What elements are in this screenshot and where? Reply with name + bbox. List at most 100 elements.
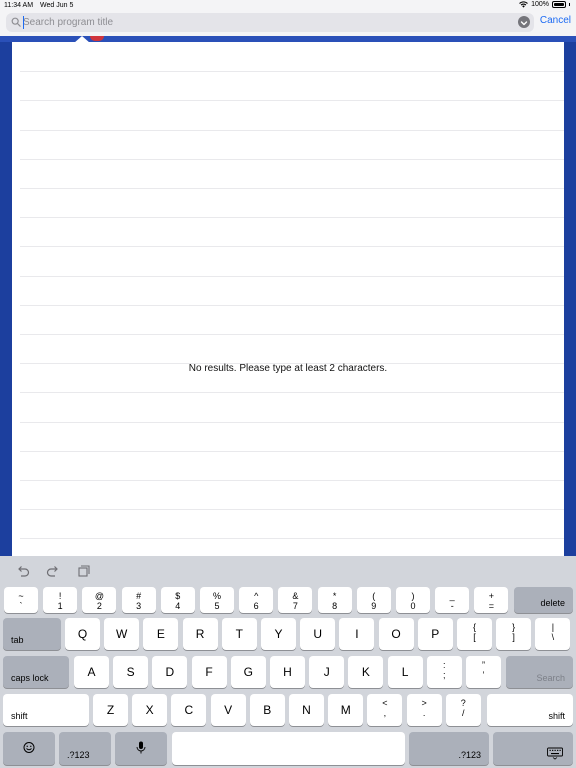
key-symbol: 3 — [136, 601, 142, 611]
key-3[interactable]: @2 — [82, 587, 117, 613]
key-label: A — [87, 665, 96, 679]
key-5[interactable]: $4 — [160, 587, 195, 613]
key-symbol: - — [450, 601, 454, 611]
key-label: S — [126, 665, 135, 679]
key-shift-symbol: ) — [411, 591, 415, 601]
key-label: Q — [77, 627, 88, 641]
key-x[interactable]: X — [132, 694, 168, 726]
key-bracket-1[interactable]: }] — [496, 618, 532, 650]
key-symbol: ] — [512, 632, 515, 642]
status-date: Wed Jun 5 — [40, 2, 74, 9]
key-r[interactable]: R — [182, 618, 218, 650]
space-bar[interactable] — [172, 732, 405, 765]
key-e[interactable]: E — [143, 618, 179, 650]
battery-tip — [569, 3, 570, 6]
tab-key[interactable]: tab — [3, 618, 61, 650]
key-13[interactable]: + = — [474, 587, 509, 613]
key-9[interactable]: * 8 — [317, 587, 352, 613]
key-shift-symbol: ! — [58, 591, 62, 601]
results-popover: No results. Please type at least 2 chara… — [12, 42, 564, 556]
key-label: T — [235, 627, 243, 641]
key-t[interactable]: T — [221, 618, 257, 650]
key-j[interactable]: J — [309, 656, 345, 688]
key-m[interactable]: M — [328, 694, 364, 726]
key-u[interactable]: U — [300, 618, 336, 650]
key-d[interactable]: D — [152, 656, 188, 688]
key-b[interactable]: B — [249, 694, 285, 726]
key-bracket-2[interactable]: | \ — [535, 618, 571, 650]
key-shift-symbol: ” — [482, 660, 485, 670]
key-q[interactable]: Q — [65, 618, 100, 650]
key-o[interactable]: O — [378, 618, 414, 650]
key-f[interactable]: F — [191, 656, 227, 688]
numbers-key-left[interactable]: .?123 — [59, 732, 111, 765]
key-k[interactable]: K — [348, 656, 384, 688]
key-shift-symbol: % — [212, 591, 221, 601]
key-punct-b1[interactable]: >. — [406, 694, 442, 726]
search-icon — [11, 17, 21, 27]
key-a[interactable]: A — [74, 656, 109, 688]
key-z[interactable]: Z — [93, 694, 128, 726]
key-10[interactable]: (9 — [356, 587, 391, 613]
key-label: J — [323, 665, 330, 679]
clipboard-icon[interactable] — [76, 565, 90, 577]
search-key[interactable]: Search — [506, 656, 573, 688]
key-c[interactable]: C — [171, 694, 207, 726]
key-symbol: / — [462, 708, 465, 718]
key-1[interactable]: ~ ` — [4, 587, 38, 613]
result-row-divider — [20, 129, 564, 131]
search-input[interactable] — [23, 14, 503, 31]
key-4[interactable]: #3 — [121, 587, 156, 613]
result-row-divider — [20, 100, 564, 102]
result-row-divider — [20, 158, 564, 160]
key-w[interactable]: W — [104, 618, 140, 650]
undo-icon[interactable] — [16, 565, 30, 577]
key-p[interactable]: P — [417, 618, 453, 650]
numbers-key-right[interactable]: .?123 — [409, 732, 489, 765]
cancel-button[interactable]: Cancel — [540, 15, 571, 26]
search-field[interactable] — [6, 13, 534, 32]
key-label: Z — [106, 703, 115, 717]
key-label: U — [313, 627, 323, 641]
delete-key[interactable]: delete — [514, 587, 573, 613]
key-l[interactable]: L — [387, 656, 423, 688]
key-symbol: 8 — [332, 601, 338, 611]
key-symbol: 0 — [410, 601, 416, 611]
key-11[interactable]: ) 0 — [396, 587, 430, 613]
chevron-down-icon[interactable] — [518, 16, 530, 28]
key-bracket-0[interactable]: {[ — [457, 618, 492, 650]
key-8[interactable]: & 7 — [278, 587, 313, 613]
key-y[interactable]: Y — [261, 618, 296, 650]
result-row-divider — [20, 392, 564, 394]
key-punct-b2[interactable]: ? / — [445, 694, 481, 726]
key-i[interactable]: I — [339, 618, 375, 650]
redo-icon[interactable] — [46, 565, 60, 577]
key-s[interactable]: S — [113, 656, 149, 688]
key-punct-0[interactable]: :; — [426, 656, 462, 688]
emoji-key[interactable] — [3, 732, 55, 765]
key-symbol: ` — [19, 601, 23, 611]
dictation-key[interactable] — [115, 732, 167, 765]
key-punct-1[interactable]: ”’ — [466, 656, 501, 688]
key-label: L — [401, 665, 409, 679]
key-2[interactable]: ! 1 — [43, 587, 78, 613]
key-label: .?123 — [458, 750, 481, 760]
key-12[interactable]: _ - — [435, 587, 470, 613]
caps-lock-key[interactable]: caps lock — [3, 656, 69, 688]
key-6[interactable]: % 5 — [200, 587, 234, 613]
key-punct-b0[interactable]: <, — [367, 694, 403, 726]
key-symbol: [ — [473, 632, 476, 642]
key-v[interactable]: V — [210, 694, 246, 726]
key-label: delete — [540, 598, 565, 608]
key-n[interactable]: N — [289, 694, 324, 726]
key-7[interactable]: ^ 6 — [239, 587, 274, 613]
key-label: N — [302, 703, 311, 717]
key-g[interactable]: G — [230, 656, 266, 688]
shift-key-right[interactable]: shift — [487, 694, 573, 726]
key-h[interactable]: H — [270, 656, 305, 688]
shift-key-left[interactable]: shift — [3, 694, 89, 726]
key-shift-symbol: $ — [175, 591, 181, 601]
emoji-icon — [23, 741, 35, 756]
key-shift-symbol: _ — [449, 591, 455, 601]
hide-keyboard-key[interactable] — [493, 732, 573, 765]
